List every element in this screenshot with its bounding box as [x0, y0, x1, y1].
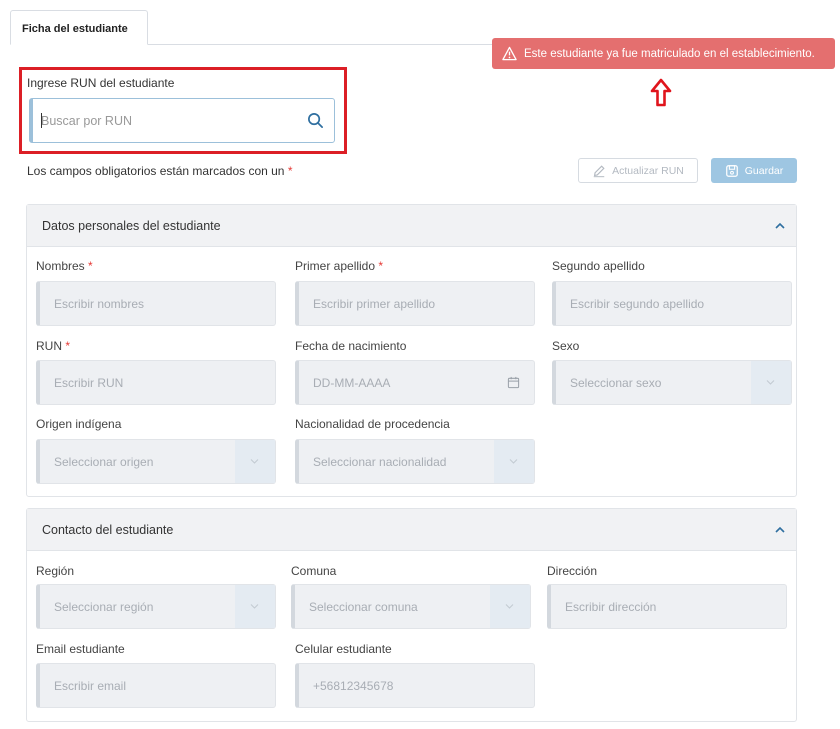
run-search-label: Ingrese RUN del estudiante [27, 76, 175, 90]
region-select[interactable]: Seleccionar región [36, 584, 276, 629]
chevron-up-icon[interactable] [774, 221, 786, 231]
error-alert-message: Este estudiante ya fue matriculado en el… [524, 47, 815, 60]
chevron-down-icon [766, 380, 775, 385]
warning-icon [502, 46, 517, 61]
celular-placeholder: +56812345678 [313, 679, 394, 693]
run-input[interactable]: Escribir RUN [36, 360, 276, 405]
primer-apellido-input[interactable]: Escribir primer apellido [295, 281, 535, 326]
celular-input[interactable]: +56812345678 [295, 663, 535, 708]
nacionalidad-placeholder: Seleccionar nacionalidad [313, 455, 447, 469]
run-placeholder: Escribir RUN [54, 376, 124, 390]
run-label: RUN * [36, 339, 71, 353]
required-note-text: Los campos obligatorios están marcados c… [27, 164, 285, 178]
edit-icon [593, 164, 605, 177]
calendar-icon[interactable] [507, 376, 520, 389]
origen-placeholder: Seleccionar origen [54, 455, 154, 469]
update-run-button[interactable]: Actualizar RUN [578, 158, 698, 183]
contact-header[interactable]: Contacto del estudiante [27, 509, 796, 551]
nacionalidad-select[interactable]: Seleccionar nacionalidad [295, 439, 535, 484]
sexo-select[interactable]: Seleccionar sexo [552, 360, 792, 405]
sexo-label: Sexo [552, 339, 580, 353]
error-alert: Este estudiante ya fue matriculado en el… [492, 38, 835, 69]
save-button[interactable]: Guardar [711, 158, 797, 183]
chevron-down-icon [250, 459, 259, 464]
nombres-label: Nombres * [36, 259, 93, 273]
update-run-label: Actualizar RUN [612, 164, 684, 177]
region-placeholder: Seleccionar región [54, 600, 154, 614]
text-caret [41, 113, 42, 128]
chevron-up-icon[interactable] [774, 525, 786, 535]
direccion-placeholder: Escribir dirección [565, 600, 657, 614]
fecha-nacimiento-input[interactable]: DD-MM-AAAA [295, 360, 535, 405]
region-dropdown-toggle[interactable] [235, 585, 275, 628]
comuna-dropdown-toggle[interactable] [490, 585, 530, 628]
fecha-placeholder: DD-MM-AAAA [313, 376, 391, 390]
nacionalidad-dropdown-toggle[interactable] [494, 440, 534, 483]
nacionalidad-label: Nacionalidad de procedencia [295, 417, 450, 431]
celular-label: Celular estudiante [295, 642, 392, 656]
contact-title: Contacto del estudiante [42, 523, 174, 537]
primer-apellido-label: Primer apellido * [295, 259, 384, 273]
tab-divider [148, 44, 498, 45]
fecha-nacimiento-label: Fecha de nacimiento [295, 339, 407, 353]
required-fields-note: Los campos obligatorios están marcados c… [27, 164, 293, 178]
sexo-placeholder: Seleccionar sexo [570, 376, 662, 390]
email-placeholder: Escribir email [54, 679, 127, 693]
segundo-apellido-placeholder: Escribir segundo apellido [570, 297, 705, 311]
nombres-input[interactable]: Escribir nombres [36, 281, 276, 326]
run-search-input[interactable]: Buscar por RUN [29, 98, 335, 143]
search-icon[interactable] [307, 112, 324, 129]
save-label: Guardar [744, 164, 784, 177]
segundo-apellido-input[interactable]: Escribir segundo apellido [552, 281, 792, 326]
region-label: Región [36, 564, 75, 578]
origen-select[interactable]: Seleccionar origen [36, 439, 276, 484]
origen-dropdown-toggle[interactable] [235, 440, 275, 483]
tab-ficha-estudiante[interactable]: Ficha del estudiante [10, 10, 148, 45]
personal-data-header[interactable]: Datos personales del estudiante [27, 205, 796, 247]
comuna-select[interactable]: Seleccionar comuna [291, 584, 531, 629]
comuna-label: Comuna [291, 564, 337, 578]
chevron-down-icon [505, 604, 514, 609]
email-input[interactable]: Escribir email [36, 663, 276, 708]
sexo-dropdown-toggle[interactable] [751, 361, 791, 404]
save-icon [725, 164, 738, 177]
primer-apellido-placeholder: Escribir primer apellido [313, 297, 436, 311]
run-search-placeholder: Buscar por RUN [41, 114, 132, 128]
personal-data-title: Datos personales del estudiante [42, 219, 221, 233]
email-label: Email estudiante [36, 642, 125, 656]
chevron-down-icon [509, 459, 518, 464]
chevron-down-icon [250, 604, 259, 609]
origen-label: Origen indígena [36, 417, 122, 431]
nombres-placeholder: Escribir nombres [54, 297, 145, 311]
direccion-input[interactable]: Escribir dirección [547, 584, 787, 629]
segundo-apellido-label: Segundo apellido [552, 259, 645, 273]
comuna-placeholder: Seleccionar comuna [309, 600, 418, 614]
direccion-label: Dirección [547, 564, 598, 578]
required-asterisk: * [287, 164, 293, 178]
arrow-up-icon [650, 78, 672, 107]
